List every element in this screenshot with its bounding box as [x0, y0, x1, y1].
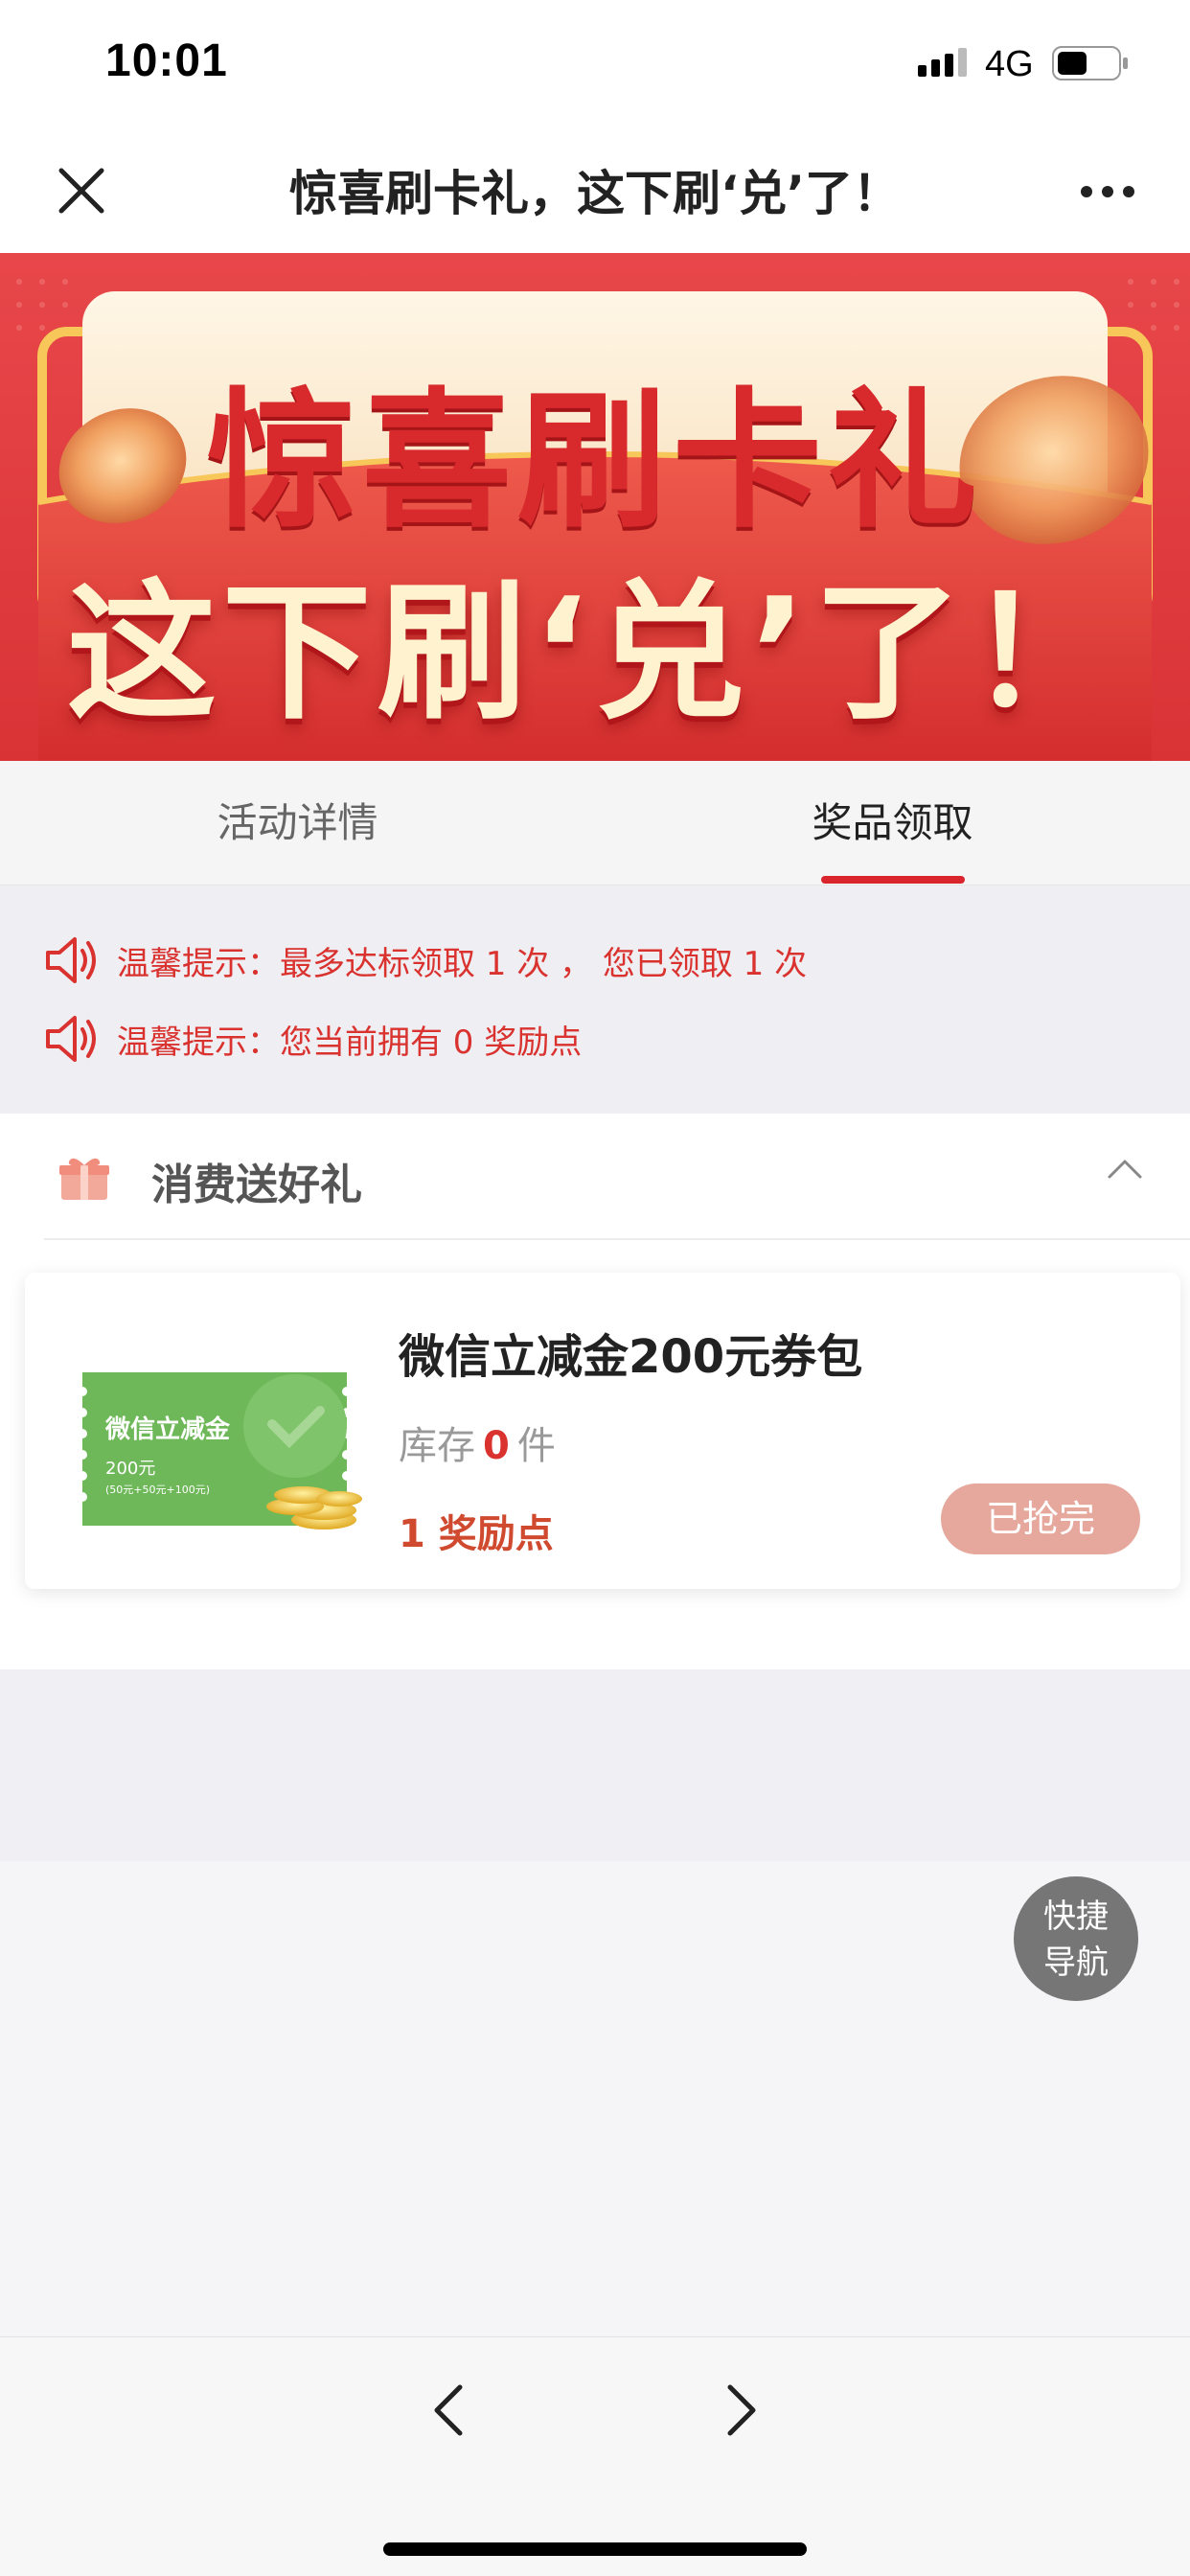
sold-out-button[interactable]: 已抢完	[941, 1484, 1140, 1554]
notice-item: 温馨提示：您当前拥有 0 奖励点	[44, 1010, 582, 1068]
battery-icon	[1052, 46, 1128, 80]
banner-headline: 惊喜刷卡礼	[207, 374, 983, 548]
stock-unit: 件	[516, 1424, 556, 1468]
tab-activity-details[interactable]: 活动详情	[0, 761, 595, 886]
notice-text: 温馨提示：最多达标领取 1 次 ， 您已领取 1 次	[117, 944, 808, 983]
coupon-amount: 200元	[105, 1459, 155, 1479]
stock-info: 库存 0 件	[399, 1414, 556, 1470]
banner-subline: 这下刷‘兑’了！	[66, 565, 1124, 740]
promo-banner: 惊喜刷卡礼 这下刷‘兑’了！	[0, 253, 1190, 761]
content-spacer	[0, 1669, 1190, 1861]
chevron-up-icon[interactable]	[1106, 1154, 1144, 1183]
status-bar: 10:01 4G	[0, 0, 1190, 126]
prize-card: 微信立减金 200元 (50元+50元+100元) 微信立减金200元券包 库存…	[25, 1273, 1180, 1589]
coupon-image: 微信立减金 200元 (50元+50元+100元)	[78, 1372, 362, 1530]
reward-section: 消费送好礼 微信立减金 200元 (50元+50元+100元) 微信立减金200…	[0, 1114, 1190, 1669]
notice-text: 温馨提示：您当前拥有 0 奖励点	[117, 1023, 583, 1062]
network-label: 4G	[985, 44, 1034, 84]
tab-prize-claim[interactable]: 奖品领取	[595, 761, 1190, 886]
section-header[interactable]: 消费送好礼	[44, 1114, 1190, 1240]
more-icon[interactable]	[1079, 182, 1136, 201]
coupon-detail: (50元+50元+100元)	[105, 1484, 210, 1496]
browser-toolbar	[0, 2336, 1190, 2576]
quick-nav-line1: 快捷	[1043, 1898, 1109, 1936]
points-cost: 1 奖励点	[399, 1512, 554, 1556]
active-tab-indicator	[821, 876, 965, 884]
stock-count: 0	[483, 1424, 510, 1468]
coupon-name: 微信立减金	[104, 1414, 231, 1444]
tab-bar: 活动详情 奖品领取	[0, 761, 1190, 886]
stock-label: 库存	[399, 1424, 475, 1468]
signal-icon	[918, 48, 967, 77]
speaker-icon	[46, 1016, 96, 1062]
section-title: 消费送好礼	[151, 1161, 362, 1209]
quick-nav-button[interactable]: 快捷 导航	[1014, 1876, 1138, 2001]
back-arrow-icon[interactable]	[427, 2381, 469, 2439]
nav-bar: 惊喜刷卡礼，这下刷‘兑’了！	[0, 126, 1190, 253]
close-icon[interactable]	[56, 165, 107, 217]
speaker-icon	[46, 937, 96, 983]
page-title: 惊喜刷卡礼，这下刷‘兑’了！	[289, 166, 901, 221]
gift-icon	[59, 1158, 109, 1200]
prize-title: 微信立减金200元券包	[399, 1330, 863, 1384]
forward-arrow-icon[interactable]	[721, 2381, 763, 2439]
notice-item: 温馨提示：最多达标领取 1 次 ， 您已领取 1 次	[44, 932, 807, 989]
home-indicator	[383, 2542, 807, 2556]
status-time: 10:01	[105, 35, 228, 86]
notice-area: 温馨提示：最多达标领取 1 次 ， 您已领取 1 次 温馨提示：您当前拥有 0 …	[0, 886, 1190, 1114]
quick-nav-line2: 导航	[1043, 1944, 1109, 1982]
page: 10:01 4G 惊喜刷卡礼，这下刷‘兑’了！ 惊喜刷卡礼 这下刷‘兑’了！ 活…	[0, 0, 1190, 2576]
